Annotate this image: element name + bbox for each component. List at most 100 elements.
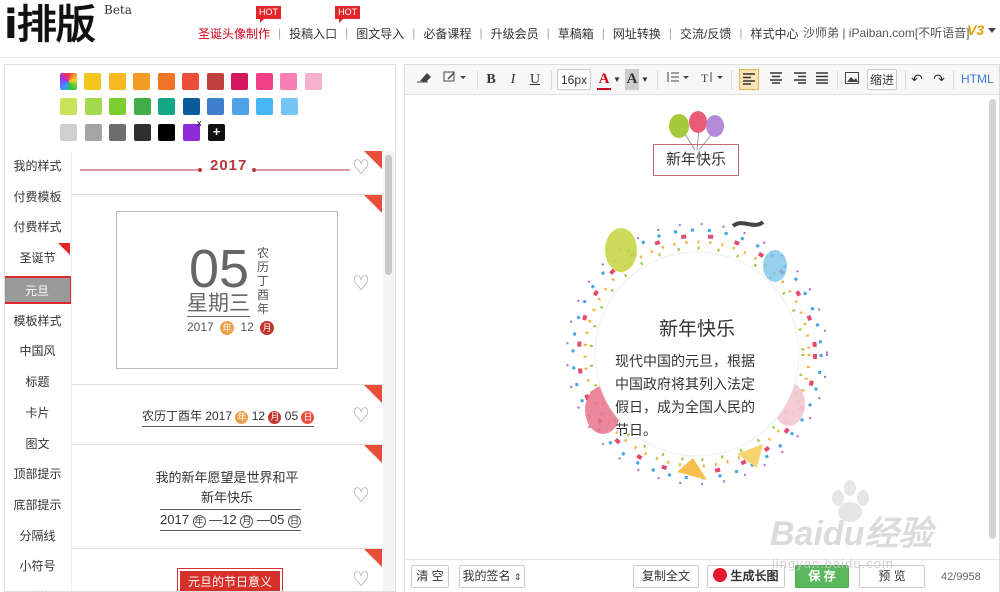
signature-select[interactable]: 我的签名 ⇕ [459,565,525,588]
calendar-year: 2017 [187,320,214,334]
sidebar-item[interactable]: 卡片 [5,398,70,429]
color-swatch[interactable] [108,73,126,90]
template-card-title-banner[interactable]: 元旦的节日意义 ♡ [72,549,382,591]
color-swatch[interactable] [133,73,150,90]
template-card-lunar-line[interactable]: 农历丁酉年 2017 年 12 月 05 日 ♡ [72,385,382,445]
sidebar-item[interactable]: 元旦 [5,275,72,304]
template-scrollbar[interactable] [385,155,392,275]
text-height-icon[interactable]: T [699,69,725,90]
sidebar-item[interactable]: 圣诞节 [5,243,70,274]
sidebar-item[interactable]: 分隔线 [5,521,70,552]
nav-item[interactable]: 样式中心 [742,25,806,42]
clear-button[interactable]: 清 空 [411,565,449,588]
color-swatch[interactable] [84,124,102,141]
title-box[interactable]: 新年快乐 [653,144,739,176]
nav-item[interactable]: 升级会员 [483,25,547,42]
wish-year: 2017 [160,512,189,527]
year-circle: 年 [192,515,206,528]
chevron-down-icon[interactable]: ▼ [641,69,649,90]
color-swatch[interactable] [207,98,224,115]
template-card-wish[interactable]: 我的新年愿望是世界和平 新年快乐 2017 年 —12 月 —05 日 ♡ [72,445,382,549]
template-card-divider-2017[interactable]: 2017 ♡ [72,151,382,195]
sidebar-item[interactable]: 付费模板 [5,182,70,213]
sidebar-item[interactable]: 付费样式 [5,212,70,243]
heart-icon[interactable]: ♡ [352,483,370,508]
sidebar-item[interactable]: 弹幕 [5,582,70,591]
nav-item[interactable]: 草稿箱 [550,25,602,42]
underline-button[interactable]: U [527,69,543,90]
heart-icon[interactable]: ♡ [352,403,370,428]
italic-button[interactable]: I [505,69,521,90]
color-swatch[interactable] [84,73,101,90]
add-color-button[interactable]: + [208,124,225,141]
color-swatch[interactable] [157,73,175,90]
nav-item[interactable]: 投稿入口 HOT [281,5,361,42]
color-swatch[interactable] [280,98,298,115]
font-color-button[interactable]: A [597,69,611,90]
sidebar-item[interactable]: 顶部提示 [5,459,70,490]
align-right-button[interactable] [791,69,809,90]
color-swatch[interactable] [133,124,151,141]
image-icon[interactable] [843,69,861,90]
nav-item[interactable]: 图文导入 [348,25,412,42]
redo-icon[interactable]: ↷ [931,69,947,90]
sidebar-item[interactable]: 图文 [5,429,70,460]
heart-icon[interactable]: ♡ [352,567,370,591]
indent-button[interactable]: 缩进 [867,69,897,90]
chevron-down-icon[interactable] [988,28,996,33]
nav-item[interactable]: 必备课程 [415,25,479,42]
vip-badge[interactable]: V3 [967,22,984,38]
format-brush-icon[interactable] [441,69,471,90]
align-center-button[interactable] [767,69,785,90]
sidebar-item[interactable]: 小符号 [5,551,70,582]
bg-color-button[interactable]: A [625,69,639,90]
color-swatch[interactable] [255,73,273,90]
toolbar-divider [731,71,732,89]
line-spacing-icon[interactable] [665,69,691,90]
sidebar-item[interactable]: 标题 [5,367,70,398]
nav-item[interactable]: 网址转换 [605,25,669,42]
align-left-button[interactable] [739,69,759,90]
color-swatch[interactable] [60,98,77,115]
color-swatch[interactable] [231,98,249,115]
heart-icon[interactable]: ♡ [352,155,370,180]
color-swatch[interactable] [109,124,126,141]
color-swatch[interactable] [256,98,273,115]
color-swatch[interactable] [158,98,175,115]
color-swatch[interactable] [304,73,322,90]
undo-icon[interactable]: ↶ [909,69,925,90]
color-swatch[interactable] [133,98,151,115]
font-size-select[interactable]: 16px [557,69,591,90]
circle-title: 新年快乐 [658,319,735,340]
color-swatch[interactable] [206,73,224,90]
color-swatch[interactable] [84,98,102,115]
color-swatch[interactable] [231,73,248,90]
editor-scrollbar[interactable] [989,99,996,539]
nav-item[interactable]: 交流/反馈 [672,25,739,42]
site-logo[interactable]: i排版 [4,2,96,48]
heart-icon[interactable]: ♡ [352,271,370,296]
copy-all-button[interactable]: 复制全文 [633,565,699,588]
sidebar-item[interactable]: 模板样式 [5,306,70,337]
sidebar-item[interactable]: 底部提示 [5,490,70,521]
color-swatch[interactable] [158,124,175,141]
close-icon[interactable]: x [197,118,202,128]
bold-button[interactable]: B [483,69,499,90]
color-picker-icon[interactable] [60,73,77,90]
html-mode-button[interactable]: HTML [961,69,994,90]
color-swatch[interactable] [109,98,126,115]
color-swatch[interactable] [182,98,200,115]
color-swatch[interactable] [60,124,77,141]
sidebar-item[interactable]: 我的样式 [5,151,70,182]
chevron-down-icon[interactable]: ▼ [613,69,621,90]
nav-item[interactable]: 圣诞头像制作 HOT [190,5,281,42]
eraser-icon[interactable] [415,69,433,90]
editor-toolbar: B I U 16px A ▼ A ▼ T 缩进 ↶ ↷ HTML [405,65,999,95]
align-justify-button[interactable] [813,69,831,90]
sidebar-item[interactable]: 中国风 [5,336,70,367]
color-swatch[interactable] [280,73,297,90]
color-swatch[interactable] [182,73,199,90]
editor-canvas[interactable]: 新年快乐 新年快乐 现代中国的元旦，根据中国政府将其列入法定假日，成为全国人民的… [405,96,999,558]
template-card-calendar[interactable]: 05 星期三 农 历 丁 酉 年 2017 年 12 月 ♡ [72,195,382,385]
user-info[interactable]: 沙师弟 | iPaiban.com[不听语音] [803,24,970,41]
